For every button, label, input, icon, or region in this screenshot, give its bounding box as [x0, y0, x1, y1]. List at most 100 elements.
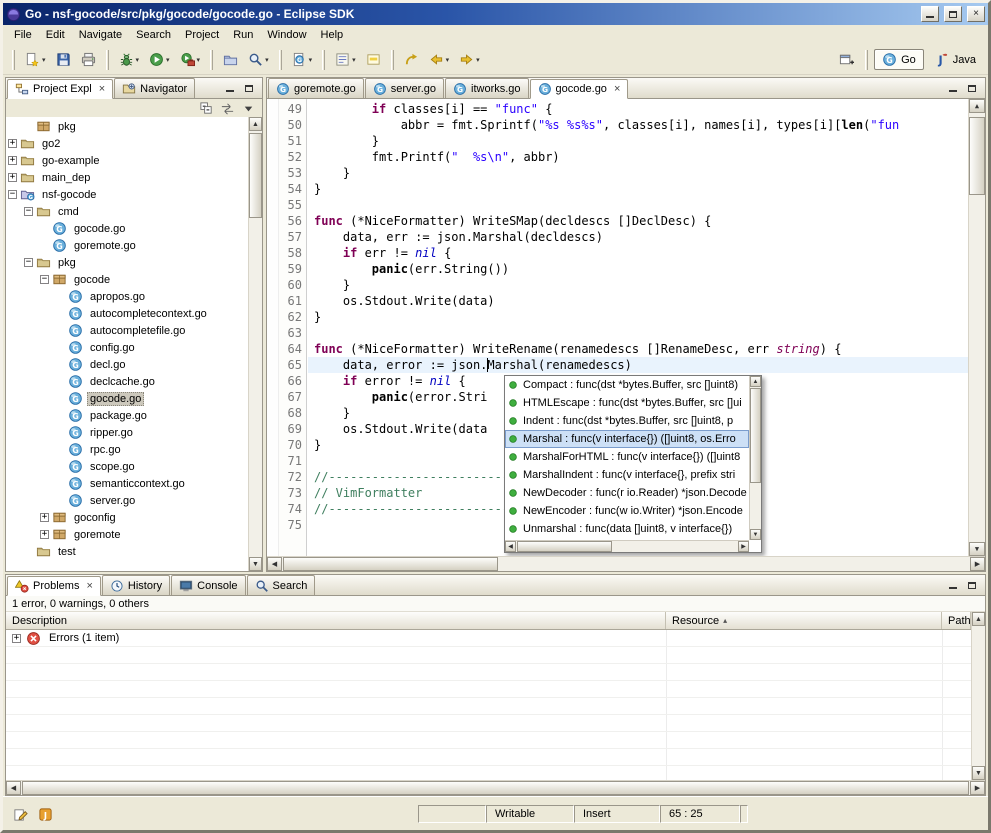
code-line-59[interactable]: panic(err.String()) — [308, 261, 968, 277]
new-go-element-button[interactable]: G▾ — [288, 48, 317, 71]
fastview-java-button[interactable]: J — [36, 805, 55, 824]
tree-item-gocode[interactable]: −gocode — [6, 271, 248, 288]
completion-item-compact[interactable]: Compact : func(dst *bytes.Buffer, src []… — [505, 376, 749, 394]
code-line-54[interactable]: } — [308, 181, 968, 197]
scroll-left-icon[interactable]: ◀ — [505, 541, 516, 552]
search-button[interactable]: ▾ — [244, 48, 273, 71]
tree-item-test[interactable]: test — [6, 543, 248, 560]
editor-tab-goremote-go[interactable]: Ggoremote.go — [268, 78, 364, 98]
tree-item-server-go[interactable]: Gserver.go — [6, 492, 248, 509]
editor-hscroll-thumb[interactable] — [283, 557, 498, 571]
annotation-ruler[interactable] — [267, 99, 279, 556]
dropdown-arrow-icon[interactable]: ▾ — [166, 56, 170, 64]
perspective-go[interactable]: GGo — [874, 49, 924, 70]
tree-item-pkg[interactable]: −pkg — [6, 254, 248, 271]
completion-item-unmarshal[interactable]: Unmarshal : func(data []uint8, v interfa… — [505, 520, 749, 538]
editor-tab-gocode-go[interactable]: Ggocode.go× — [530, 79, 629, 99]
scroll-right-icon[interactable]: ▶ — [970, 781, 985, 795]
back-button[interactable]: ▾ — [425, 48, 454, 71]
close-window-button[interactable]: × — [967, 6, 985, 22]
view-tab-problems[interactable]: Problems× — [7, 576, 101, 596]
forward-button[interactable]: ▾ — [455, 48, 484, 71]
completion-item-marshalforhtml[interactable]: MarshalForHTML : func(v interface{}) ([]… — [505, 448, 749, 466]
view-tab-console[interactable]: Console — [171, 575, 245, 595]
scroll-left-icon[interactable]: ◀ — [6, 781, 21, 795]
expand-box-icon[interactable]: + — [8, 139, 17, 148]
dropdown-arrow-icon[interactable]: ▾ — [136, 56, 140, 64]
perspective-java[interactable]: JJava — [926, 49, 984, 70]
completion-item-htmlescape[interactable]: HTMLEscape : func(dst *bytes.Buffer, src… — [505, 394, 749, 412]
column-header-path[interactable]: Path — [942, 612, 971, 629]
problems-vscrollbar[interactable]: ▲ ▼ — [971, 612, 985, 780]
tree-item-decl-go[interactable]: Gdecl.go — [6, 356, 248, 373]
mark-occurrences-button[interactable] — [362, 48, 385, 71]
code-line-64[interactable]: func (*NiceFormatter) WriteRename(rename… — [308, 341, 968, 357]
tree-item-scope-go[interactable]: Gscope.go — [6, 458, 248, 475]
open-resource-button[interactable] — [219, 48, 242, 71]
problems-hscrollbar[interactable]: ◀ ▶ — [6, 780, 985, 795]
save-button[interactable] — [52, 48, 75, 71]
tree-item-gocode-go[interactable]: Ggocode.go — [6, 390, 248, 407]
scroll-up-icon[interactable]: ▲ — [972, 612, 985, 626]
minimize-window-button[interactable] — [921, 6, 939, 22]
view-tab-navigator[interactable]: Navigator — [114, 78, 195, 98]
menu-edit[interactable]: Edit — [39, 27, 72, 43]
link-editor-button[interactable] — [218, 99, 237, 118]
code-line-56[interactable]: func (*NiceFormatter) WriteSMap(decldesc… — [308, 213, 968, 229]
scroll-down-icon[interactable]: ▼ — [750, 529, 761, 540]
maximize-view-icon[interactable] — [241, 81, 257, 95]
new-wizard-button[interactable]: ▾ — [21, 48, 50, 71]
scroll-up-icon[interactable]: ▲ — [969, 99, 985, 113]
editor-scroll-thumb[interactable] — [969, 117, 985, 195]
popup-hscroll-thumb[interactable] — [517, 541, 612, 552]
collapse-all-button[interactable] — [197, 99, 216, 118]
popup-hscrollbar[interactable]: ◀ ▶ — [505, 540, 749, 552]
popup-vscrollbar[interactable]: ▲ ▼ — [749, 376, 761, 540]
editor-tab-server-go[interactable]: Gserver.go — [365, 78, 444, 98]
close-tab-icon[interactable]: × — [614, 84, 620, 94]
scroll-right-icon[interactable]: ▶ — [738, 541, 749, 552]
code-line-57[interactable]: data, err := json.Marshal(decldescs) — [308, 229, 968, 245]
code-line-58[interactable]: if err != nil { — [308, 245, 968, 261]
debug-button[interactable]: ▾ — [115, 48, 144, 71]
code-line-65[interactable]: data, error := json.Marshal(renamedescs) — [308, 357, 968, 373]
maximize-view-icon[interactable] — [964, 578, 980, 592]
editor-hscrollbar[interactable]: ◀ ▶ — [267, 556, 985, 571]
completion-item-newencoder[interactable]: NewEncoder : func(w io.Writer) *json.Enc… — [505, 502, 749, 520]
tree-item-cmd[interactable]: −cmd — [6, 203, 248, 220]
tree-item-autocompletefile-go[interactable]: Gautocompletefile.go — [6, 322, 248, 339]
menu-window[interactable]: Window — [260, 27, 313, 43]
expand-box-icon[interactable]: + — [12, 634, 21, 643]
tree-item-goremote[interactable]: +goremote — [6, 526, 248, 543]
gutter[interactable]: 4950515253545556575859606162636465666768… — [279, 99, 307, 556]
editor-tab-itworks-go[interactable]: Gitworks.go — [445, 78, 529, 98]
tree-item-ripper-go[interactable]: Gripper.go — [6, 424, 248, 441]
dropdown-arrow-icon[interactable]: ▾ — [476, 56, 480, 64]
open-perspective-button[interactable] — [835, 48, 858, 71]
code-line-60[interactable]: } — [308, 277, 968, 293]
scroll-right-icon[interactable]: ▶ — [970, 557, 985, 571]
minimize-view-icon[interactable] — [945, 578, 961, 592]
menu-navigate[interactable]: Navigate — [72, 27, 129, 43]
completion-item-marshal[interactable]: Marshal : func(v interface{}) ([]uint8, … — [505, 430, 749, 448]
dropdown-arrow-icon[interactable]: ▾ — [42, 56, 46, 64]
menu-project[interactable]: Project — [178, 27, 226, 43]
view-tab-search[interactable]: Search — [247, 575, 316, 595]
completion-item-indent[interactable]: Indent : func(dst *bytes.Buffer, src []u… — [505, 412, 749, 430]
dropdown-arrow-icon[interactable]: ▾ — [446, 56, 450, 64]
close-tab-icon[interactable]: × — [86, 581, 92, 591]
code-line-62[interactable]: } — [308, 309, 968, 325]
column-header-description[interactable]: Description — [6, 612, 666, 629]
print-button[interactable] — [77, 48, 100, 71]
dropdown-arrow-icon[interactable]: ▾ — [352, 56, 356, 64]
menu-help[interactable]: Help — [314, 27, 351, 43]
code-line-52[interactable]: fmt.Printf(" %s\n", abbr) — [308, 149, 968, 165]
completion-item-marshalindent[interactable]: MarshalIndent : func(v interface{}, pref… — [505, 466, 749, 484]
menu-file[interactable]: File — [7, 27, 39, 43]
collapse-box-icon[interactable]: − — [8, 190, 17, 199]
menu-search[interactable]: Search — [129, 27, 178, 43]
code-line-55[interactable] — [308, 197, 968, 213]
dropdown-arrow-icon[interactable]: ▾ — [197, 56, 201, 64]
tree-item-goconfig[interactable]: +goconfig — [6, 509, 248, 526]
annotations-button[interactable]: ▾ — [331, 48, 360, 71]
